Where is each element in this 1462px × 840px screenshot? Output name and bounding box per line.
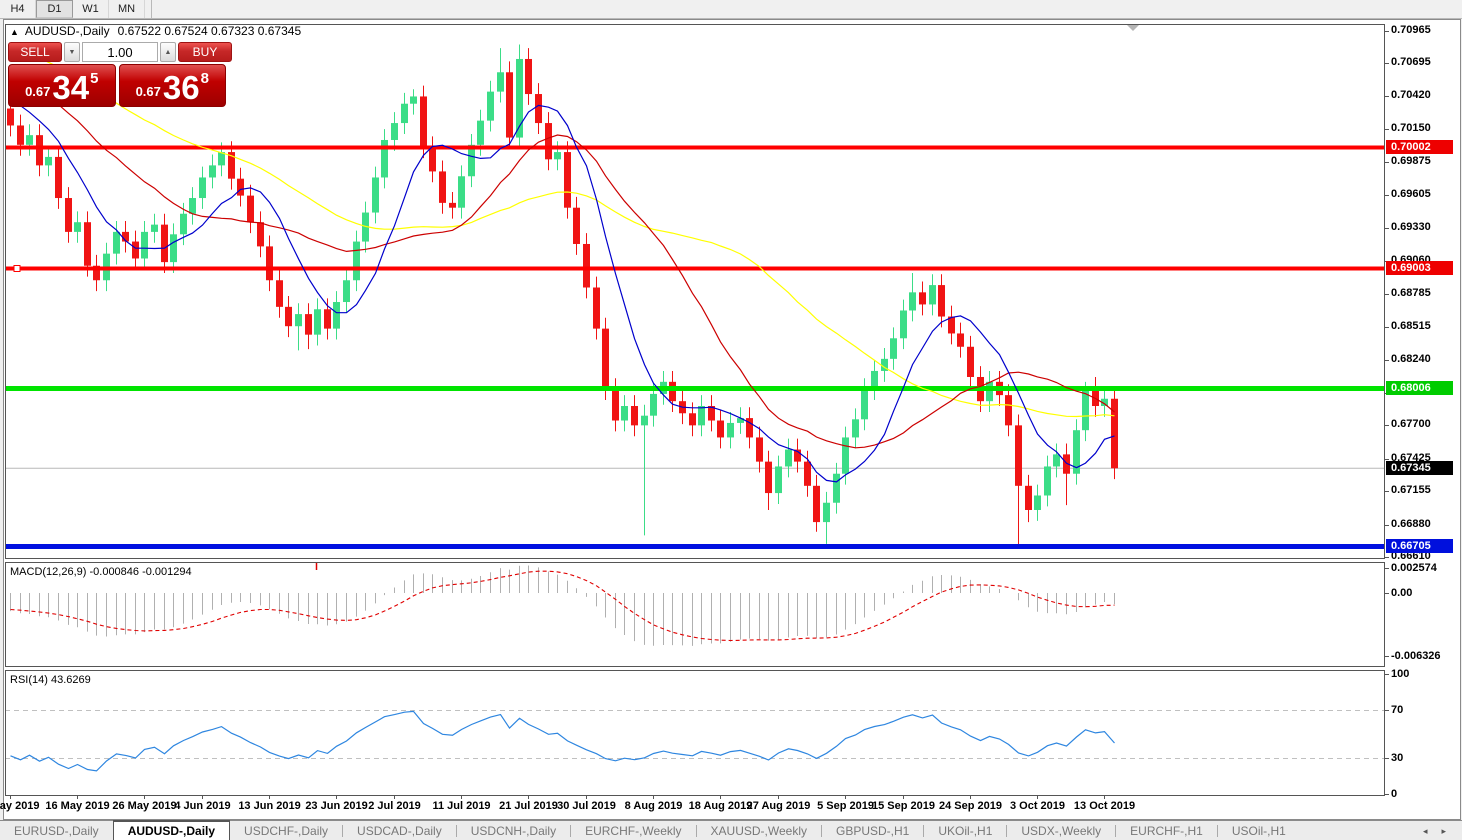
timeframe-button-w1[interactable]: W1	[73, 0, 109, 18]
price-axis-label: 0.67155	[1391, 484, 1431, 497]
volume-increase-button[interactable]: ▲	[160, 42, 176, 62]
price-axis-label: 0.68785	[1391, 287, 1431, 300]
sell-price-sup: 5	[90, 70, 99, 87]
rsi-axis-label: 0	[1391, 788, 1398, 800]
price-badge: 0.69003	[1386, 260, 1453, 275]
date-axis-label: 8 Aug 2019	[624, 800, 683, 812]
chart-tab-xauusd[interactable]: XAUUSD-,Weekly	[697, 821, 821, 840]
timeframe-button-mn[interactable]: MN	[109, 0, 145, 18]
date-axis-label: 18 Aug 2019	[688, 800, 753, 812]
chart-tab-eurusd[interactable]: EURUSD-,Daily	[0, 821, 113, 840]
price-axis-label: 0.68515	[1391, 319, 1431, 332]
sell-price-prefix: 0.67	[25, 84, 51, 99]
mt4-window: H4 D1 W1 MN ▲ AUDUSD-,Daily 0.67522 0.67524 0…	[0, 0, 1462, 840]
price-badge: 0.67345	[1386, 461, 1453, 476]
price-badge: 0.68006	[1386, 381, 1453, 396]
price-badge: 0.66705	[1386, 538, 1453, 553]
rsi-axis-label: 30	[1391, 752, 1404, 764]
volume-input[interactable]	[82, 42, 158, 62]
chevron-up-icon: ▲	[164, 48, 172, 56]
chart-tab-gbpusd[interactable]: GBPUSD-,H1	[822, 821, 923, 840]
date-axis-label: 7 May 2019	[0, 800, 40, 812]
panel-toggle-icon[interactable]: ▲	[10, 27, 19, 37]
chart-tab-eurchf[interactable]: EURCHF-,H1	[1116, 821, 1217, 840]
one-click-trading-panel: SELL ▼ ▲ BUY 0.67345 0.67368	[8, 42, 232, 107]
buy-price-big: 36	[162, 69, 200, 106]
tab-nav: ◂ ▸	[1407, 821, 1462, 840]
timeframe-button-d1[interactable]: D1	[36, 0, 73, 18]
price-axis-label: 0.70695	[1391, 56, 1431, 69]
rsi-axis-label: 70	[1391, 704, 1404, 716]
price-axis-label: 0.68240	[1391, 353, 1431, 366]
chart-tab-usdx[interactable]: USDX-,Weekly	[1007, 821, 1115, 840]
chevron-down-icon: ▼	[68, 48, 76, 56]
date-axis-label: 23 Jun 2019	[305, 800, 368, 812]
tab-scroll-right-icon[interactable]: ▸	[1441, 826, 1446, 837]
price-axis-label: 0.69875	[1391, 155, 1431, 168]
rsi-axis-label: 100	[1391, 668, 1410, 680]
tab-scroll-left-icon[interactable]: ◂	[1423, 826, 1428, 837]
date-axis-label: 30 Jul 2019	[557, 800, 616, 812]
price-axis-label: 0.69605	[1391, 188, 1431, 200]
macd-axis-label: 0.00	[1391, 587, 1413, 599]
date-axis-label: 16 May 2019	[45, 800, 110, 812]
date-axis-label: 26 May 2019	[112, 800, 177, 812]
price-axis-label: 0.67700	[1391, 418, 1431, 431]
buy-price-sup: 8	[200, 70, 209, 87]
chart-tab-usdcnh[interactable]: USDCNH-,Daily	[457, 821, 570, 840]
date-axis-label: 11 Jul 2019	[432, 800, 491, 812]
chart-title: ▲ AUDUSD-,Daily 0.67522 0.67524 0.67323 0.…	[10, 24, 301, 38]
date-axis-label: 15 Sep 2019	[872, 800, 935, 812]
chart-tab-ukoil[interactable]: UKOil-,H1	[924, 821, 1006, 840]
chart-tab-usdcad[interactable]: USDCAD-,Daily	[343, 821, 456, 840]
chart-window[interactable]	[3, 19, 1461, 820]
price-axis-label: 0.69330	[1391, 221, 1431, 234]
sell-price-button[interactable]: 0.67 34 5	[8, 64, 116, 107]
price-axis-label: 0.70965	[1391, 23, 1431, 36]
date-axis-label: 2 Jul 2019	[368, 800, 421, 812]
symbol-title: AUDUSD-,Daily	[24, 24, 110, 38]
price-badge: 0.70002	[1386, 140, 1453, 154]
toolbar-separator	[151, 0, 152, 18]
date-axis-label: 5 Sep 2019	[817, 800, 874, 812]
date-axis-label: 27 Aug 2019	[746, 800, 811, 812]
sell-price-big: 34	[52, 69, 90, 106]
date-axis-label: 13 Jun 2019	[238, 800, 301, 812]
chart-tab-usdchf[interactable]: USDCHF-,Daily	[230, 821, 342, 840]
macd-axis-label: -0.006326	[1391, 649, 1441, 662]
date-axis-label: 13 Oct 2019	[1073, 800, 1136, 812]
chart-tab-usoil[interactable]: USOil-,H1	[1218, 821, 1300, 840]
date-axis-label: 21 Jul 2019	[499, 800, 558, 812]
volume-decrease-button[interactable]: ▼	[64, 42, 80, 62]
buy-price-prefix: 0.67	[135, 84, 161, 99]
ohlc-values: 0.67522 0.67524 0.67323 0.67345	[117, 24, 302, 38]
buy-price-button[interactable]: 0.67 36 8	[118, 64, 226, 107]
date-axis-label: 4 Jun 2019	[174, 800, 231, 812]
date-axis-label: 3 Oct 2019	[1009, 800, 1066, 812]
price-axis-label: 0.70150	[1391, 122, 1431, 135]
sell-button[interactable]: SELL	[8, 42, 62, 62]
chart-tab-bar: EURUSD-,Daily AUDUSD-,Daily USDCHF-,Daily U…	[0, 820, 1462, 840]
rsi-label: RSI(14) 43.6269	[10, 674, 91, 686]
chart-tab-eurchf[interactable]: EURCHF-,Weekly	[571, 821, 695, 840]
macd-axis-label: 0.002574	[1391, 561, 1437, 574]
timeframe-button-h4[interactable]: H4	[0, 0, 36, 18]
date-axis-label: 24 Sep 2019	[939, 800, 1002, 812]
macd-label: MACD(12,26,9) -0.000846 -0.001294	[10, 566, 192, 578]
buy-button[interactable]: BUY	[178, 42, 232, 62]
price-axis-label: 0.70420	[1391, 89, 1431, 102]
chart-tab-audusd[interactable]: AUDUSD-,Daily	[112, 820, 231, 840]
timeframe-toolbar: H4 D1 W1 MN	[0, 0, 1462, 19]
price-axis-label: 0.66880	[1391, 517, 1431, 530]
